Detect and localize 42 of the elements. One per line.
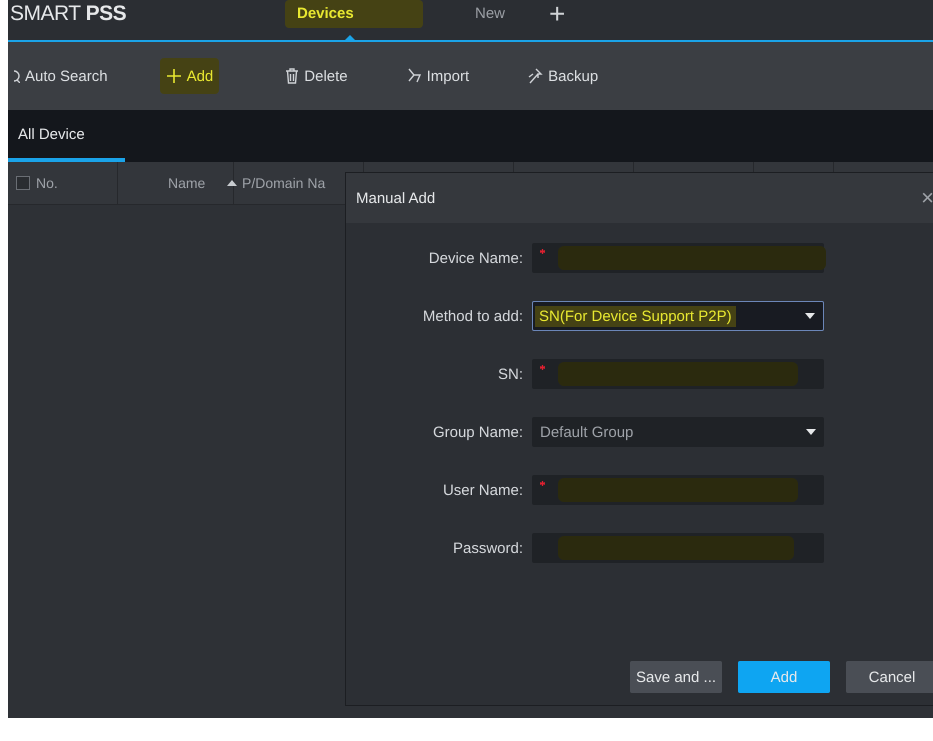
select-all-checkbox[interactable] [16,176,30,190]
input-field[interactable] [532,359,824,389]
backup-icon [527,68,544,84]
close-button[interactable]: × [921,185,933,211]
toolbar-button[interactable]: Auto Search [8,58,114,94]
field-label: Group Name: [432,424,523,440]
tab-label: Devices [285,0,423,28]
nav-tab[interactable]: Devices [285,0,423,40]
dropdown-value: Default Group [540,424,634,440]
dialog-title: Manual Add [356,190,436,206]
field-label: Password: [452,540,523,556]
column-header[interactable]: Name [118,175,238,191]
dropdown[interactable]: SN(For Device Support P2P) [532,301,824,331]
field-label: Method to add: [422,308,523,324]
tab-label: New [474,4,506,24]
dropdown[interactable]: Default Group [532,417,824,447]
search-icon [14,69,20,83]
dialog-button[interactable]: Save and ... [630,661,722,693]
field-label: User Name: [442,482,523,498]
app-logo: SMART PSS [10,2,128,26]
plus-icon [166,68,182,84]
column-header[interactable]: P/Domain Na [242,175,326,191]
dialog-button[interactable]: Cancel [846,661,933,693]
import-icon [406,68,422,84]
nav-tab[interactable]: New [463,0,518,40]
trash-icon [285,68,300,84]
caret-icon [805,313,815,319]
toolbar-button[interactable]: Import [400,58,476,94]
caret-icon [806,429,816,435]
column-header[interactable]: No. [36,175,58,191]
field-label: Device Name: [428,250,523,266]
toolbar-button[interactable]: Add [160,58,220,94]
dropdown-value: SN(For Device Support P2P) [535,306,736,326]
nav-tab[interactable]: + [537,0,578,40]
tab-label: + [548,0,566,28]
sort-arrow-icon [227,180,238,186]
input-field[interactable] [532,475,824,505]
toolbar-button[interactable]: Backup [521,58,604,94]
input-field[interactable] [532,533,824,563]
field-label: SN: [496,366,523,382]
input-field[interactable] [532,243,824,273]
toolbar-button[interactable]: Delete [279,58,354,94]
